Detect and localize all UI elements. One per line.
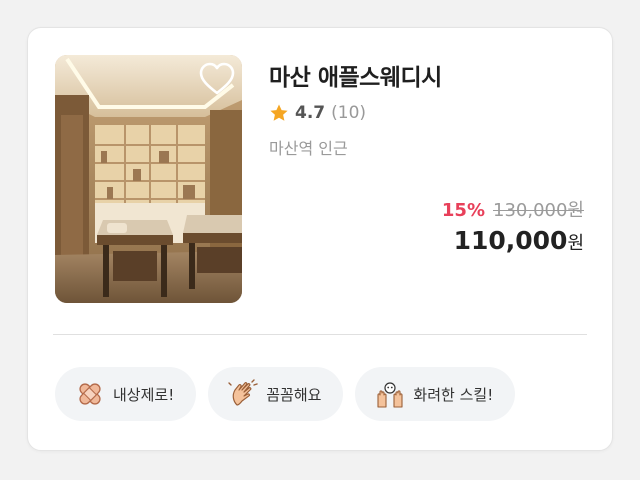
tag-chip[interactable]: 내상제로! — [55, 367, 197, 421]
tag-list: 내상제로! 꼼꼼해요 화려한 스킬! — [55, 367, 516, 421]
bandage-icon — [79, 383, 101, 405]
rating-row: 4.7 (10) — [269, 103, 442, 123]
final-price-row: 110,000원 — [442, 226, 584, 255]
tag-label: 내상제로! — [113, 385, 175, 404]
tag-chip[interactable]: 꼼꼼해요 — [208, 367, 344, 421]
tag-label: 꼼꼼해요 — [266, 385, 322, 404]
clapping-hands-icon — [228, 379, 258, 406]
shop-card[interactable]: 마산 애플스웨디시 4.7 (10) 마산역 인근 15% 130,000원 11… — [27, 27, 613, 451]
shop-info: 마산 애플스웨디시 4.7 (10) 마산역 인근 — [269, 58, 442, 159]
tag-chip[interactable]: 화려한 스킬! — [355, 367, 516, 421]
tag-label: 화려한 스킬! — [413, 385, 494, 404]
final-price: 110,000 — [453, 226, 568, 255]
discount-rate: 15% — [441, 200, 485, 221]
currency-unit: 원 — [567, 233, 584, 254]
star-icon — [270, 104, 288, 121]
price-block: 15% 130,000원 110,000원 — [442, 196, 584, 255]
massage-hands-icon — [377, 382, 403, 408]
shop-thumbnail[interactable] — [55, 55, 242, 303]
discount-row: 15% 130,000원 — [442, 196, 584, 222]
original-price: 130,000원 — [493, 200, 584, 221]
rating-value: 4.7 — [295, 103, 326, 123]
divider — [53, 334, 587, 335]
review-count: (10) — [331, 103, 367, 123]
location-text: 마산역 인근 — [269, 139, 348, 158]
heart-icon[interactable] — [198, 61, 236, 97]
shop-name[interactable]: 마산 애플스웨디시 — [269, 58, 442, 92]
